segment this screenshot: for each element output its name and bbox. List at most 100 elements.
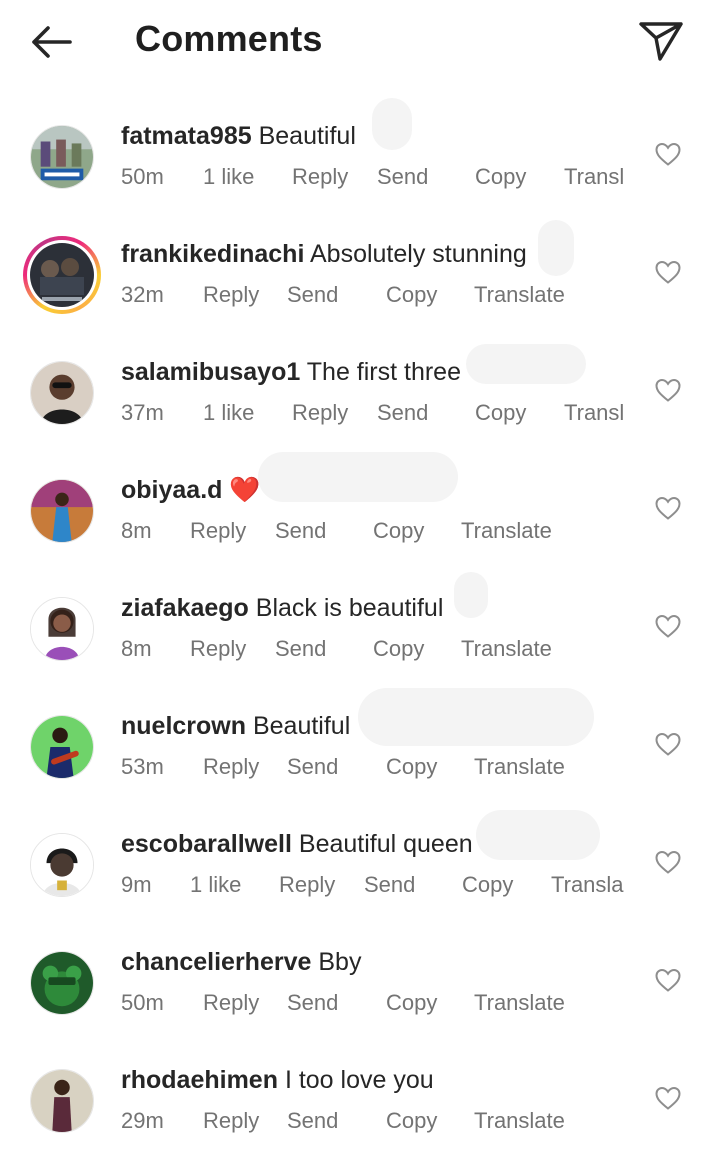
send-button[interactable]: Send	[275, 636, 326, 662]
comment-text: Beautiful	[258, 122, 356, 150]
reply-button[interactable]: Reply	[203, 754, 259, 780]
translate-button[interactable]: Translate	[474, 1108, 565, 1134]
comment-text: ❤️	[229, 476, 261, 504]
translate-button[interactable]: Translate	[474, 282, 565, 308]
heart-icon[interactable]	[654, 495, 682, 521]
heart-icon[interactable]	[654, 1085, 682, 1111]
comment-text: Absolutely stunning	[309, 240, 527, 268]
heart-icon[interactable]	[654, 849, 682, 875]
avatar[interactable]	[23, 236, 101, 314]
reply-button[interactable]: Reply	[203, 282, 259, 308]
send-button[interactable]: Send	[364, 872, 415, 898]
comment-line: obiyaa.d ❤️	[121, 476, 261, 505]
comment-username[interactable]: salamibusayo1	[121, 358, 300, 386]
like-count[interactable]: 1 like	[203, 400, 254, 426]
comment-item: obiyaa.d ❤️ 8m Reply Send Copy Translate	[0, 448, 720, 566]
comment-line: frankikedinachi Absolutely stunning	[121, 240, 527, 269]
copy-button[interactable]: Copy	[386, 282, 437, 308]
copy-button[interactable]: Copy	[462, 872, 513, 898]
back-button[interactable]	[26, 20, 76, 64]
translate-button[interactable]: Transl	[564, 400, 624, 426]
send-button[interactable]: Send	[377, 400, 428, 426]
send-button[interactable]: Send	[287, 990, 338, 1016]
heart-icon[interactable]	[654, 967, 682, 993]
comment-text: Black is beautiful	[255, 594, 444, 622]
copy-button[interactable]: Copy	[386, 1108, 437, 1134]
comment-actions: 50m 1 like Reply Send Copy Transl	[121, 164, 641, 194]
avatar[interactable]	[30, 361, 94, 425]
avatar[interactable]	[30, 833, 94, 897]
comment-line: ziafakaego Black is beautiful	[121, 594, 443, 623]
reply-button[interactable]: Reply	[190, 636, 246, 662]
blurred-area	[454, 572, 488, 618]
comment-username[interactable]: obiyaa.d	[121, 476, 222, 504]
copy-button[interactable]: Copy	[386, 990, 437, 1016]
comment-item: nuelcrown Beautiful 53m Reply Send Copy …	[0, 684, 720, 802]
send-button[interactable]: Send	[275, 518, 326, 544]
comment-line: rhodaehimen I too love you	[121, 1066, 434, 1095]
comment-time: 50m	[121, 164, 164, 189]
comment-line: chancelierherve Bby	[121, 948, 361, 977]
comment-text: Beautiful	[252, 712, 351, 740]
avatar[interactable]	[30, 479, 94, 543]
translate-button[interactable]: Translate	[474, 754, 565, 780]
translate-button[interactable]: Transl	[564, 164, 624, 190]
send-button[interactable]: Send	[377, 164, 428, 190]
reply-button[interactable]: Reply	[279, 872, 335, 898]
reply-button[interactable]: Reply	[190, 518, 246, 544]
comment-time: 37m	[121, 400, 164, 425]
copy-button[interactable]: Copy	[386, 754, 437, 780]
translate-button[interactable]: Translate	[461, 518, 552, 544]
like-count[interactable]: 1 like	[190, 872, 241, 898]
comment-text: I too love you	[284, 1066, 434, 1094]
reply-button[interactable]: Reply	[292, 164, 348, 190]
copy-button[interactable]: Copy	[475, 400, 526, 426]
app-header: Comments	[0, 0, 720, 84]
heart-icon[interactable]	[654, 259, 682, 285]
heart-icon[interactable]	[654, 613, 682, 639]
avatar[interactable]	[30, 125, 94, 189]
avatar[interactable]	[30, 1069, 94, 1133]
send-button[interactable]: Send	[287, 754, 338, 780]
comment-item: ziafakaego Black is beautiful 8m Reply S…	[0, 566, 720, 684]
like-count[interactable]: 1 like	[203, 164, 254, 190]
heart-icon[interactable]	[654, 141, 682, 167]
comment-item: salamibusayo1 The first three 37m 1 like…	[0, 330, 720, 448]
copy-button[interactable]: Copy	[373, 636, 424, 662]
translate-button[interactable]: Transla	[551, 872, 624, 898]
avatar[interactable]	[30, 597, 94, 661]
comment-line: nuelcrown Beautiful	[121, 712, 350, 741]
send-button[interactable]: Send	[287, 1108, 338, 1134]
comment-actions: 53m Reply Send Copy Translate	[121, 754, 641, 784]
comment-line: fatmata985 Beautiful	[121, 122, 356, 151]
comment-item: chancelierherve Bby 50m Reply Send Copy …	[0, 920, 720, 1038]
comment-time: 29m	[121, 1108, 164, 1133]
translate-button[interactable]: Translate	[461, 636, 552, 662]
comment-username[interactable]: nuelcrown	[121, 712, 246, 740]
copy-button[interactable]: Copy	[373, 518, 424, 544]
copy-button[interactable]: Copy	[475, 164, 526, 190]
heart-icon[interactable]	[654, 731, 682, 757]
reply-button[interactable]: Reply	[292, 400, 348, 426]
comment-actions: 9m 1 like Reply Send Copy Transla	[121, 872, 641, 902]
avatar[interactable]	[30, 715, 94, 779]
share-button[interactable]	[636, 18, 686, 64]
translate-button[interactable]: Translate	[474, 990, 565, 1016]
reply-button[interactable]: Reply	[203, 1108, 259, 1134]
comment-username[interactable]: ziafakaego	[121, 594, 249, 622]
send-button[interactable]: Send	[287, 282, 338, 308]
comment-text: Beautiful queen	[298, 830, 473, 858]
comment-username[interactable]: rhodaehimen	[121, 1066, 278, 1094]
avatar[interactable]	[30, 951, 94, 1015]
comment-username[interactable]: frankikedinachi	[121, 240, 304, 268]
heart-icon[interactable]	[654, 377, 682, 403]
comment-item: rhodaehimen I too love you 29m Reply Sen…	[0, 1038, 720, 1156]
reply-button[interactable]: Reply	[203, 990, 259, 1016]
comment-username[interactable]: fatmata985	[121, 122, 252, 150]
comment-actions: 8m Reply Send Copy Translate	[121, 636, 641, 666]
comment-username[interactable]: chancelierherve	[121, 948, 311, 976]
blurred-area	[358, 688, 594, 746]
comment-username[interactable]: escobarallwell	[121, 830, 292, 858]
comment-item: escobarallwell Beautiful queen 9m 1 like…	[0, 802, 720, 920]
comment-item: frankikedinachi Absolutely stunning 32m …	[0, 212, 720, 330]
